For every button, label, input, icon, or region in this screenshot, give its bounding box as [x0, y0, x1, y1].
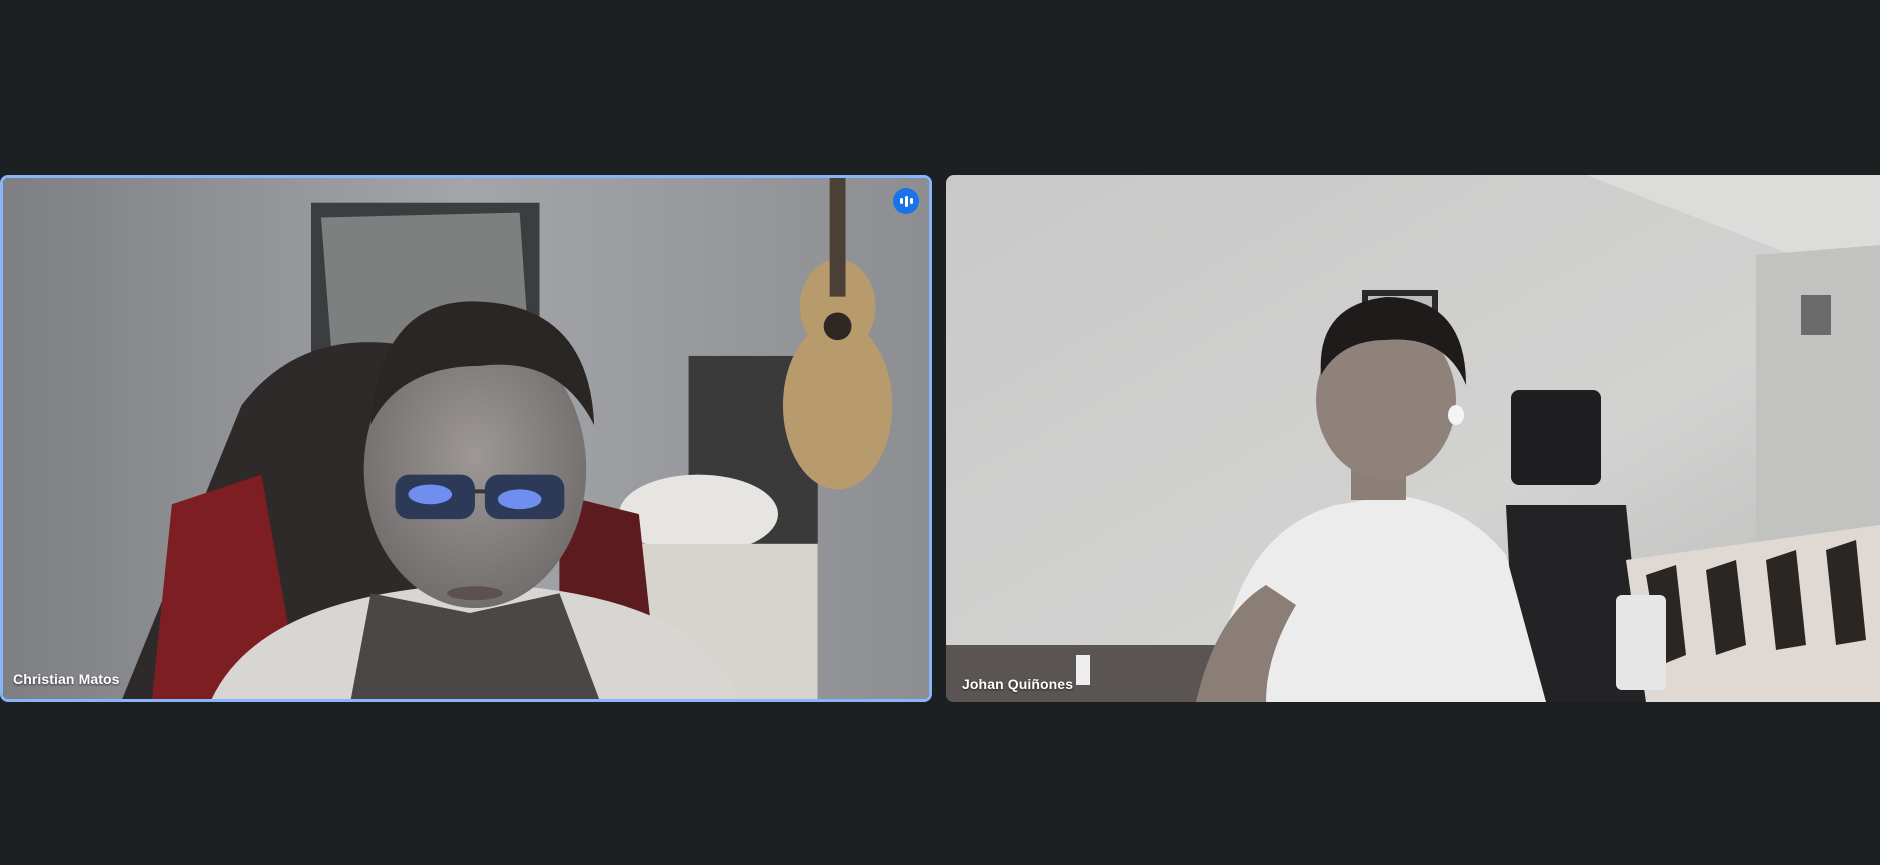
participant-name: Johan Quiñones	[962, 676, 1074, 692]
speaking-audio-bars-icon	[893, 188, 919, 214]
participant-video-feed	[946, 175, 1880, 702]
participant-tile-active-speaker[interactable]: Christian Matos	[0, 175, 932, 702]
participant-video-feed	[3, 178, 929, 699]
participant-tile[interactable]: Johan Quiñones	[946, 175, 1880, 702]
participant-name: Christian Matos	[13, 671, 120, 687]
meeting-stage: Christian Matos Johan Quiñones	[0, 0, 1880, 865]
